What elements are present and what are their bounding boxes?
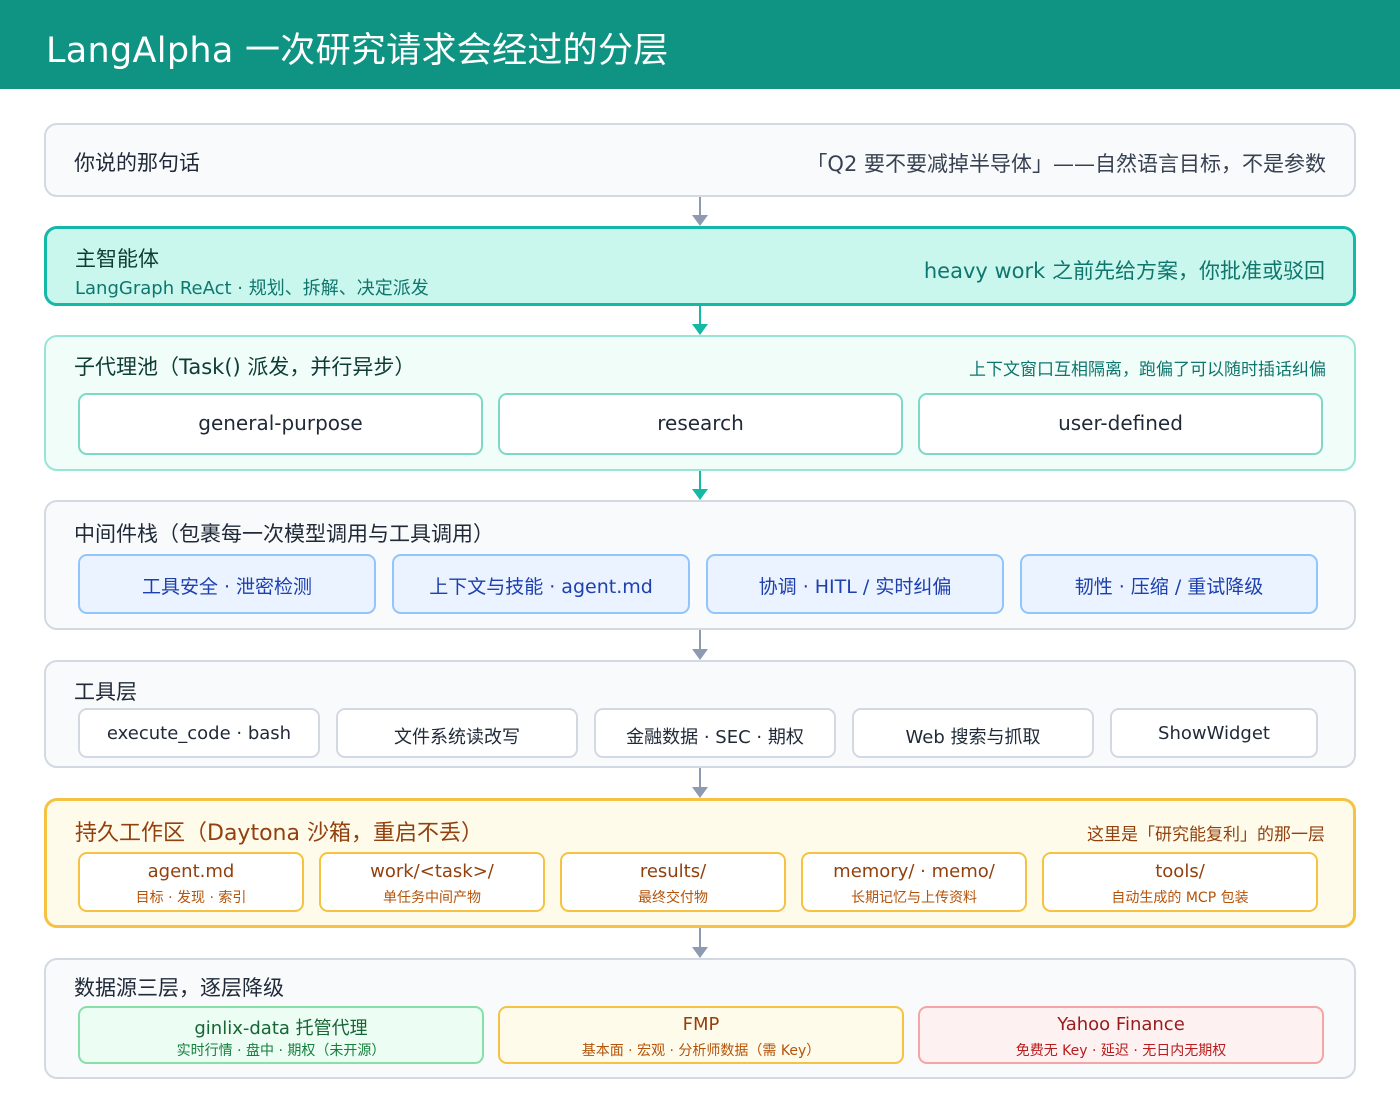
folder-name: memory/ · memo/: [833, 861, 995, 882]
layer-title: 主智能体: [75, 247, 159, 271]
arrow-down-icon: [691, 471, 709, 500]
arrow-down-icon: [691, 197, 709, 226]
tool-chip: 金融数据 · SEC · 期权: [594, 708, 836, 758]
workspace-folder: memory/ · memo/ 长期记忆与上传资料: [801, 852, 1027, 912]
subagent-chip: user-defined: [918, 393, 1323, 455]
middleware-chip: 工具安全 · 泄密检测: [78, 554, 376, 614]
chip-label: user-defined: [1058, 411, 1183, 435]
layer-main-agent: 主智能体 LangGraph ReAct · 规划、拆解、决定派发 heavy …: [44, 226, 1356, 306]
chip-label: 上下文与技能 · agent.md: [429, 576, 653, 598]
source-desc: 免费无 Key · 延迟 · 无日内无期权: [1015, 1043, 1227, 1059]
source-name: Yahoo Finance: [1057, 1014, 1185, 1035]
layer-note: 上下文窗口互相隔离，跑偏了可以随时插话纠偏: [969, 360, 1326, 380]
data-source-chip: Yahoo Finance 免费无 Key · 延迟 · 无日内无期权: [918, 1006, 1324, 1064]
folder-name: agent.md: [147, 861, 235, 882]
source-name: ginlix-data 托管代理: [194, 1018, 368, 1039]
workspace-folder: results/ 最终交付物: [560, 852, 786, 912]
data-source-chip: FMP 基本面 · 宏观 · 分析师数据（需 Key）: [498, 1006, 904, 1064]
folder-desc: 目标 · 发现 · 索引: [135, 890, 247, 906]
chip-label: 韧性 · 压缩 / 重试降级: [1074, 576, 1264, 598]
chip-label: 金融数据 · SEC · 期权: [626, 727, 804, 748]
arrow-down-icon: [691, 630, 709, 660]
chip-label: general-purpose: [198, 411, 363, 435]
layer-title: 中间件栈（包裹每一次模型调用与工具调用）: [74, 522, 494, 546]
layer-title: 子代理池（Task() 派发，并行异步）: [74, 355, 416, 379]
layer-title: 你说的那句话: [74, 151, 200, 175]
middleware-chip: 上下文与技能 · agent.md: [392, 554, 690, 614]
source-name: FMP: [682, 1014, 720, 1035]
source-desc: 实时行情 · 盘中 · 期权（未开源）: [176, 1043, 386, 1059]
chip-label: Web 搜索与抓取: [905, 727, 1041, 748]
tool-chip: 文件系统读改写: [336, 708, 578, 758]
folder-desc: 自动生成的 MCP 包装: [1111, 890, 1249, 906]
chip-label: 协调 · HITL / 实时纠偏: [758, 576, 952, 598]
layer-note: heavy work 之前先给方案，你批准或驳回: [923, 259, 1325, 283]
folder-desc: 单任务中间产物: [383, 890, 481, 906]
subagent-chip: general-purpose: [78, 393, 483, 455]
page-title: LangAlpha 一次研究请求会经过的分层: [46, 31, 669, 71]
layer-title: 数据源三层，逐层降级: [74, 976, 284, 1000]
workspace-folder: work/<task>/ 单任务中间产物: [319, 852, 545, 912]
chip-label: research: [657, 411, 744, 435]
middleware-chip: 韧性 · 压缩 / 重试降级: [1020, 554, 1318, 614]
arrow-down-icon: [691, 306, 709, 335]
arrow-down-icon: [691, 768, 709, 798]
folder-name: work/<task>/: [370, 861, 494, 882]
folder-desc: 最终交付物: [638, 890, 708, 906]
layer-note: 「Q2 要不要减掉半导体」——自然语言目标，不是参数: [806, 152, 1326, 176]
folder-name: tools/: [1155, 861, 1205, 882]
layer-title: 持久工作区（Daytona 沙箱，重启不丢）: [75, 821, 483, 846]
data-source-chip: ginlix-data 托管代理 实时行情 · 盘中 · 期权（未开源）: [78, 1006, 484, 1064]
tool-chip: Web 搜索与抓取: [852, 708, 1094, 758]
layer-middleware: 中间件栈（包裹每一次模型调用与工具调用） 工具安全 · 泄密检测 上下文与技能 …: [44, 500, 1356, 630]
workspace-folder: tools/ 自动生成的 MCP 包装: [1042, 852, 1318, 912]
layer-request: 你说的那句话 「Q2 要不要减掉半导体」——自然语言目标，不是参数: [44, 123, 1356, 197]
folder-name: results/: [639, 861, 707, 882]
source-desc: 基本面 · 宏观 · 分析师数据（需 Key）: [581, 1043, 821, 1059]
layer-note: 这里是「研究能复利」的那一层: [1087, 825, 1325, 845]
layer-subtitle: LangGraph ReAct · 规划、拆解、决定派发: [75, 278, 429, 299]
layer-workspace: 持久工作区（Daytona 沙箱，重启不丢） 这里是「研究能复利」的那一层 ag…: [44, 798, 1356, 928]
tool-chip: ShowWidget: [1110, 708, 1318, 758]
subagent-chip: research: [498, 393, 903, 455]
middleware-chip: 协调 · HITL / 实时纠偏: [706, 554, 1004, 614]
layer-data-sources: 数据源三层，逐层降级 ginlix-data 托管代理 实时行情 · 盘中 · …: [44, 958, 1356, 1079]
title-bar: LangAlpha 一次研究请求会经过的分层: [0, 0, 1400, 89]
arrow-down-icon: [691, 928, 709, 958]
layer-tools: 工具层 execute_code · bash 文件系统读改写 金融数据 · S…: [44, 660, 1356, 768]
tool-chip: execute_code · bash: [78, 708, 320, 758]
layer-subagents: 子代理池（Task() 派发，并行异步） 上下文窗口互相隔离，跑偏了可以随时插话…: [44, 335, 1356, 471]
chip-label: 工具安全 · 泄密检测: [141, 576, 313, 598]
chip-label: 文件系统读改写: [394, 727, 520, 748]
workspace-folder: agent.md 目标 · 发现 · 索引: [78, 852, 304, 912]
chip-label: ShowWidget: [1158, 723, 1270, 744]
layer-title: 工具层: [74, 680, 137, 704]
folder-desc: 长期记忆与上传资料: [851, 890, 977, 906]
chip-label: execute_code · bash: [106, 723, 292, 744]
